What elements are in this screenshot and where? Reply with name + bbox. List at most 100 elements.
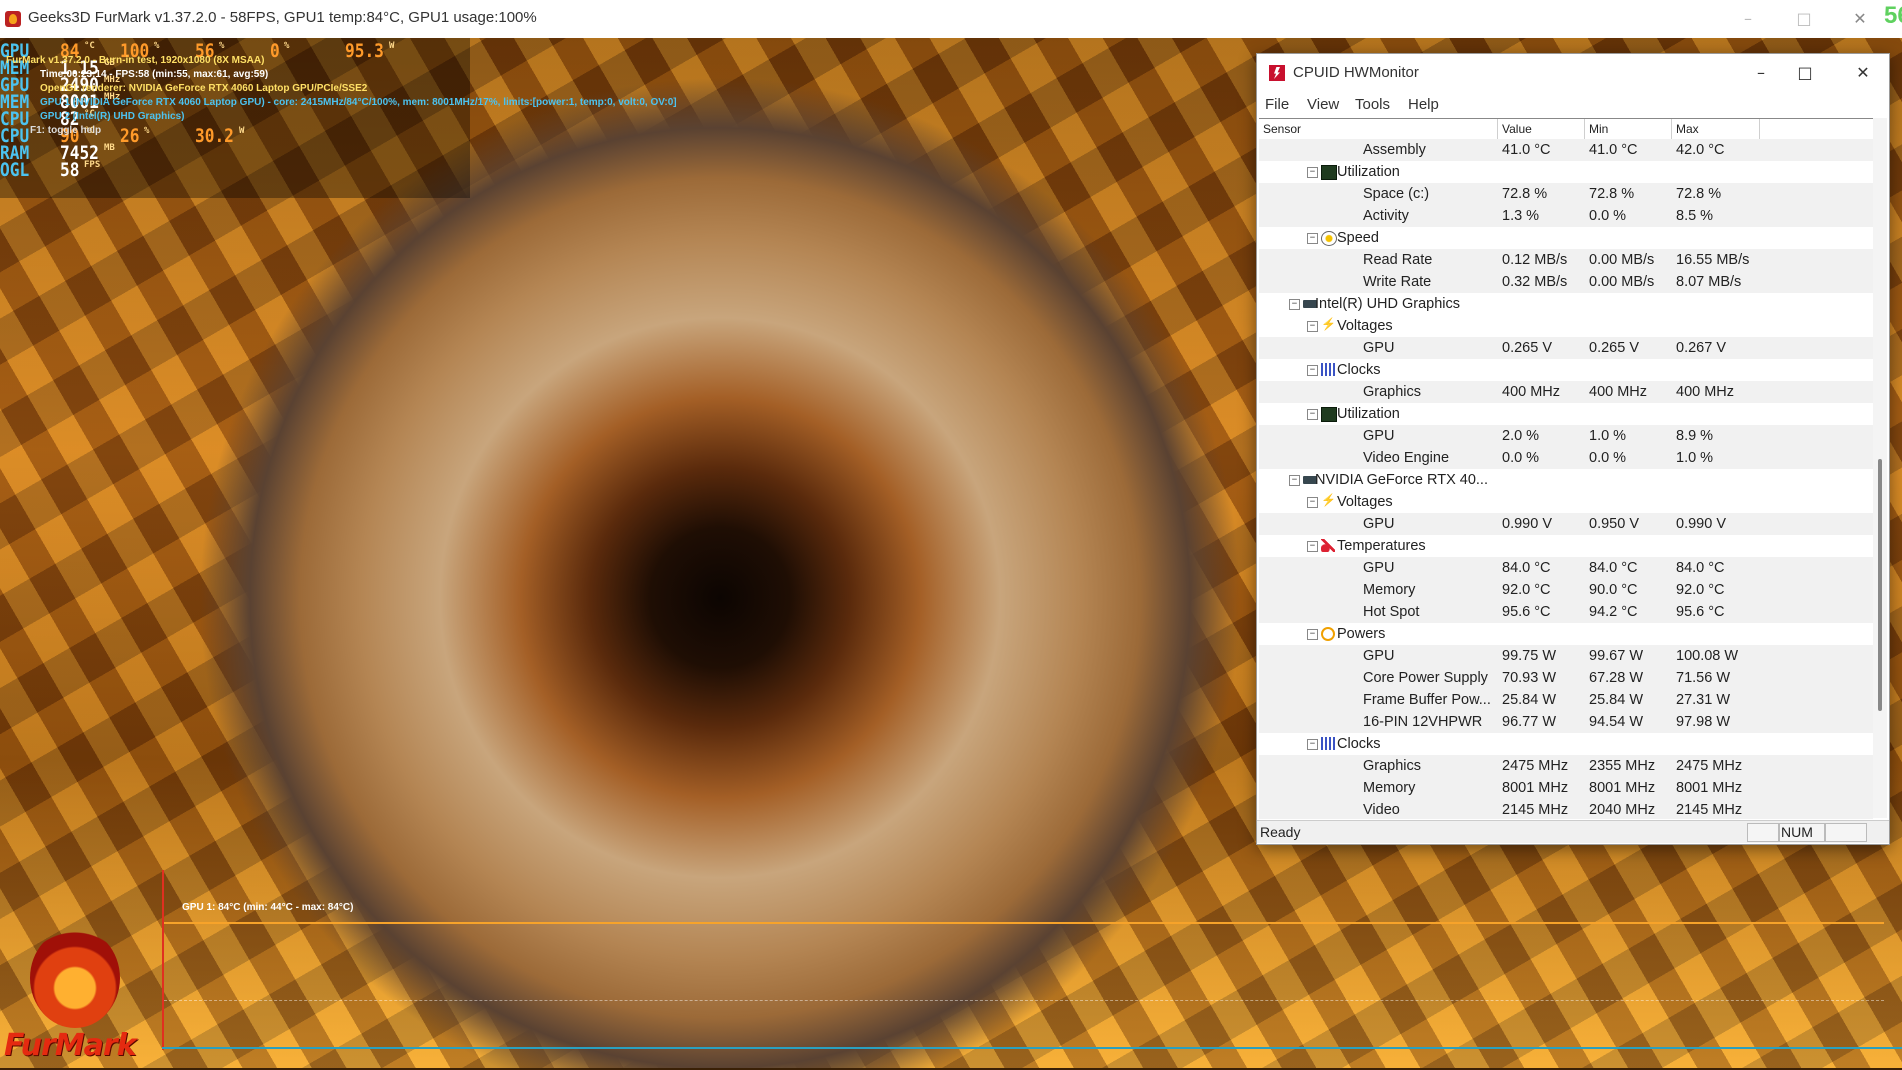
- sensor-row[interactable]: GPU 0.990 V 0.950 V 0.990 V: [1259, 513, 1873, 535]
- collapse-toggle-icon[interactable]: −: [1307, 629, 1318, 640]
- graph-reference-line: [164, 1000, 1884, 1001]
- clk-icon: [1321, 737, 1335, 750]
- sensor-group-row[interactable]: − Intel(R) UHD Graphics: [1259, 293, 1873, 315]
- sensor-group-row[interactable]: − Utilization: [1259, 161, 1873, 183]
- hwmonitor-window[interactable]: CPUID HWMonitor – □ ✕ File View Tools He…: [1256, 53, 1890, 845]
- menu-tools[interactable]: Tools: [1355, 96, 1390, 113]
- sensor-row[interactable]: GPU 99.75 W 99.67 W 100.08 W: [1259, 645, 1873, 667]
- status-pane: [1825, 823, 1867, 842]
- sensor-row[interactable]: Core Power Supply 70.93 W 67.28 W 71.56 W: [1259, 667, 1873, 689]
- sensor-group-row[interactable]: − Powers: [1259, 623, 1873, 645]
- sensor-row[interactable]: Video Engine 0.0 % 0.0 % 1.0 %: [1259, 447, 1873, 469]
- sensor-row[interactable]: Activity 1.3 % 0.0 % 8.5 %: [1259, 205, 1873, 227]
- collapse-toggle-icon[interactable]: −: [1307, 541, 1318, 552]
- collapse-toggle-icon[interactable]: −: [1289, 475, 1300, 486]
- sensor-value: 2475 MHz: [1502, 758, 1569, 774]
- menu-view[interactable]: View: [1307, 96, 1339, 113]
- sensor-group-row[interactable]: − ⚡ Voltages: [1259, 315, 1873, 337]
- column-sensor[interactable]: Sensor: [1263, 122, 1301, 136]
- hw-maximize-icon[interactable]: □: [1785, 60, 1825, 86]
- sensor-row[interactable]: GPU 0.265 V 0.265 V 0.267 V: [1259, 337, 1873, 359]
- sensor-row[interactable]: Write Rate 0.32 MB/s 0.00 MB/s 8.07 MB/s: [1259, 271, 1873, 293]
- sensor-row[interactable]: Graphics 400 MHz 400 MHz 400 MHz: [1259, 381, 1873, 403]
- hw-close-icon[interactable]: ✕: [1843, 60, 1883, 86]
- sensor-row[interactable]: GPU 2.0 % 1.0 % 8.9 %: [1259, 425, 1873, 447]
- sensor-max: 92.0 °C: [1676, 582, 1725, 598]
- sensor-group-row[interactable]: − Utilization: [1259, 403, 1873, 425]
- column-max[interactable]: Max: [1676, 122, 1699, 136]
- hw-minimize-icon[interactable]: –: [1741, 60, 1781, 86]
- stat-label: OGL: [0, 159, 30, 181]
- sensor-name: Temperatures: [1337, 538, 1426, 554]
- sensor-row[interactable]: GPU 84.0 °C 84.0 °C 84.0 °C: [1259, 557, 1873, 579]
- sensor-row[interactable]: Graphics 2475 MHz 2355 MHz 2475 MHz: [1259, 755, 1873, 777]
- collapse-toggle-icon[interactable]: −: [1307, 365, 1318, 376]
- collapse-toggle-icon[interactable]: −: [1307, 167, 1318, 178]
- sensor-max: 95.6 °C: [1676, 604, 1725, 620]
- sensor-value: 92.0 °C: [1502, 582, 1551, 598]
- overlay-line: GPU 2 (Intel(R) UHD Graphics): [40, 111, 185, 122]
- sensor-name: 16-PIN 12VHPWR: [1363, 714, 1483, 730]
- sensor-row[interactable]: Assembly 41.0 °C 41.0 °C 42.0 °C: [1259, 139, 1873, 161]
- furmark-title-bar[interactable]: Geeks3D FurMark v1.37.2.0 - 58FPS, GPU1 …: [0, 0, 1902, 39]
- hwmonitor-title-bar[interactable]: CPUID HWMonitor – □ ✕: [1257, 54, 1889, 92]
- sensor-tree[interactable]: Sensor Value Min Max Assembly 41.0 °C 41.0…: [1259, 118, 1873, 819]
- sensor-min: 0.265 V: [1589, 340, 1639, 356]
- sensor-name: NVIDIA GeForce RTX 40...: [1315, 472, 1488, 488]
- sensor-min: 67.28 W: [1589, 670, 1643, 686]
- status-pane: [1747, 823, 1779, 842]
- collapse-toggle-icon[interactable]: −: [1289, 299, 1300, 310]
- sensor-value: 0.265 V: [1502, 340, 1552, 356]
- sensor-max: 100.08 W: [1676, 648, 1739, 664]
- sensor-max: 27.31 W: [1676, 692, 1730, 708]
- furmark-window-title: Geeks3D FurMark v1.37.2.0 - 58FPS, GPU1 …: [28, 9, 537, 26]
- menu-file[interactable]: File: [1265, 96, 1289, 113]
- sensor-min: 72.8 %: [1589, 186, 1635, 202]
- sensor-row[interactable]: 16-PIN 12VHPWR 96.77 W 94.54 W 97.98 W: [1259, 711, 1873, 733]
- maximize-icon[interactable]: □: [1784, 6, 1824, 32]
- sensor-max: 71.56 W: [1676, 670, 1730, 686]
- sensor-row[interactable]: Read Rate 0.12 MB/s 0.00 MB/s 16.55 MB/s: [1259, 249, 1873, 271]
- menu-help[interactable]: Help: [1408, 96, 1439, 113]
- sensor-name: Powers: [1337, 626, 1386, 642]
- sensor-row[interactable]: Hot Spot 95.6 °C 94.2 °C 95.6 °C: [1259, 601, 1873, 623]
- sensor-value: 2145 MHz: [1502, 802, 1569, 818]
- column-value[interactable]: Value: [1502, 122, 1532, 136]
- sensor-row[interactable]: Space (c:) 72.8 % 72.8 % 72.8 %: [1259, 183, 1873, 205]
- scrollbar-thumb[interactable]: [1878, 459, 1882, 711]
- sensor-row[interactable]: Video 2145 MHz 2040 MHz 2145 MHz: [1259, 799, 1873, 819]
- furmark-logo-text: FurMark: [4, 1028, 137, 1063]
- sensor-value: 95.6 °C: [1502, 604, 1551, 620]
- minimize-icon[interactable]: –: [1728, 6, 1768, 32]
- sensor-group-row[interactable]: − Temperatures: [1259, 535, 1873, 557]
- sensor-row[interactable]: Memory 92.0 °C 90.0 °C 92.0 °C: [1259, 579, 1873, 601]
- sensor-max: 0.990 V: [1676, 516, 1726, 532]
- sensor-group-row[interactable]: − ⚡ Voltages: [1259, 491, 1873, 513]
- collapse-toggle-icon[interactable]: −: [1307, 497, 1318, 508]
- column-min[interactable]: Min: [1589, 122, 1608, 136]
- vertical-scrollbar[interactable]: [1873, 118, 1887, 818]
- sensor-row[interactable]: Frame Buffer Pow... 25.84 W 25.84 W 27.31 W: [1259, 689, 1873, 711]
- temp-icon: [1321, 539, 1335, 552]
- sensor-name: Video: [1363, 802, 1400, 818]
- hwmonitor-menu-bar: File View Tools Help: [1257, 92, 1889, 118]
- sensor-row[interactable]: Memory 8001 MHz 8001 MHz 8001 MHz: [1259, 777, 1873, 799]
- sensor-group-row[interactable]: − Speed: [1259, 227, 1873, 249]
- sensor-group-row[interactable]: − NVIDIA GeForce RTX 40...: [1259, 469, 1873, 491]
- stat-unit: %: [154, 41, 160, 51]
- clk-icon: [1321, 363, 1335, 376]
- sensor-max: 42.0 °C: [1676, 142, 1725, 158]
- sensor-group-row[interactable]: − Clocks: [1259, 359, 1873, 381]
- sensor-value: 0.32 MB/s: [1502, 274, 1568, 290]
- close-icon[interactable]: ✕: [1840, 6, 1880, 32]
- graph-x-axis: [162, 1047, 1902, 1049]
- sensor-min: 94.2 °C: [1589, 604, 1638, 620]
- collapse-toggle-icon[interactable]: −: [1307, 409, 1318, 420]
- status-bar: Ready NUM: [1257, 820, 1889, 843]
- sensor-value: 0.990 V: [1502, 516, 1552, 532]
- collapse-toggle-icon[interactable]: −: [1307, 739, 1318, 750]
- collapse-toggle-icon[interactable]: −: [1307, 321, 1318, 332]
- collapse-toggle-icon[interactable]: −: [1307, 233, 1318, 244]
- sensor-min: 90.0 °C: [1589, 582, 1638, 598]
- sensor-group-row[interactable]: − Clocks: [1259, 733, 1873, 755]
